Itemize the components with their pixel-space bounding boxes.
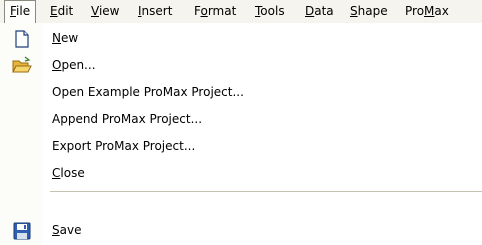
menu-format[interactable]: Format (188, 0, 242, 22)
menu-item-save-accel: S (52, 223, 60, 237)
menu-insert[interactable]: Insert (132, 0, 178, 22)
menu-insert-rest: nsert (141, 4, 173, 18)
menu-item-close[interactable]: Close (0, 160, 482, 187)
menu-item-open[interactable]: Open... (0, 52, 482, 79)
menu-data[interactable]: Data (299, 0, 340, 22)
menu-item-open-label: Open... (52, 52, 96, 79)
menu-item-append[interactable]: Append ProMax Project... (0, 106, 482, 133)
menu-promax[interactable]: ProMax (399, 0, 455, 22)
new-document-icon (12, 29, 32, 49)
menu-item-close-label: Close (52, 160, 85, 187)
menu-view[interactable]: View (85, 0, 125, 22)
menu-item-open-example-label: Open Example ProMax Project... (52, 85, 244, 99)
menu-file[interactable]: File (4, 0, 37, 23)
menu-item-close-rest: lose (60, 166, 85, 180)
menu-tools[interactable]: Tools (249, 0, 291, 22)
menu-item-save-label: Save (52, 217, 81, 244)
menu-item-new-rest: ew (60, 31, 79, 45)
menu-item-open-example[interactable]: Open Example ProMax Project... (0, 79, 482, 106)
menu-item-export-label: Export ProMax Project... (52, 139, 196, 153)
menu-item-new-label: New (52, 25, 78, 52)
menu-format-accel: o (200, 4, 208, 18)
menu-data-rest: ata (314, 4, 334, 18)
menu-item-save[interactable]: Save (0, 217, 482, 244)
menu-edit[interactable]: Edit (44, 0, 79, 22)
menu-shape[interactable]: Shape (344, 0, 394, 22)
menu-promax-rest: ax (434, 4, 449, 18)
menu-shape-accel: S (350, 4, 358, 18)
menu-shape-rest: hape (357, 4, 388, 18)
menu-item-append-label: Append ProMax Project... (52, 112, 203, 126)
menu-edit-accel: E (50, 4, 58, 18)
menu-format-rest: rmat (207, 4, 237, 18)
open-folder-icon (12, 56, 32, 76)
menu-view-rest: iew (98, 4, 120, 18)
save-disk-icon (12, 221, 32, 241)
menu-item-save-rest: ave (59, 223, 82, 237)
menu-view-accel: V (91, 4, 99, 18)
menu-edit-rest: dit (57, 4, 74, 18)
menu-item-export[interactable]: Export ProMax Project... (0, 133, 482, 160)
menu-data-accel: D (305, 4, 315, 18)
menu-tools-rest: ools (260, 4, 285, 18)
menu-separator (50, 191, 482, 192)
menu-bar: File Edit View Insert Format Tools Data … (0, 0, 482, 24)
menu-item-new-accel: N (52, 31, 61, 45)
menu-file-rest: ile (16, 4, 31, 18)
menu-item-new[interactable]: New (0, 25, 482, 52)
menu-promax-pre: Pro (405, 4, 425, 18)
menu-item-open-rest: pen... (61, 58, 96, 72)
menu-promax-accel: M (424, 4, 435, 18)
file-menu-dropdown: New Open... Open Example ProMax Project.… (0, 23, 482, 245)
